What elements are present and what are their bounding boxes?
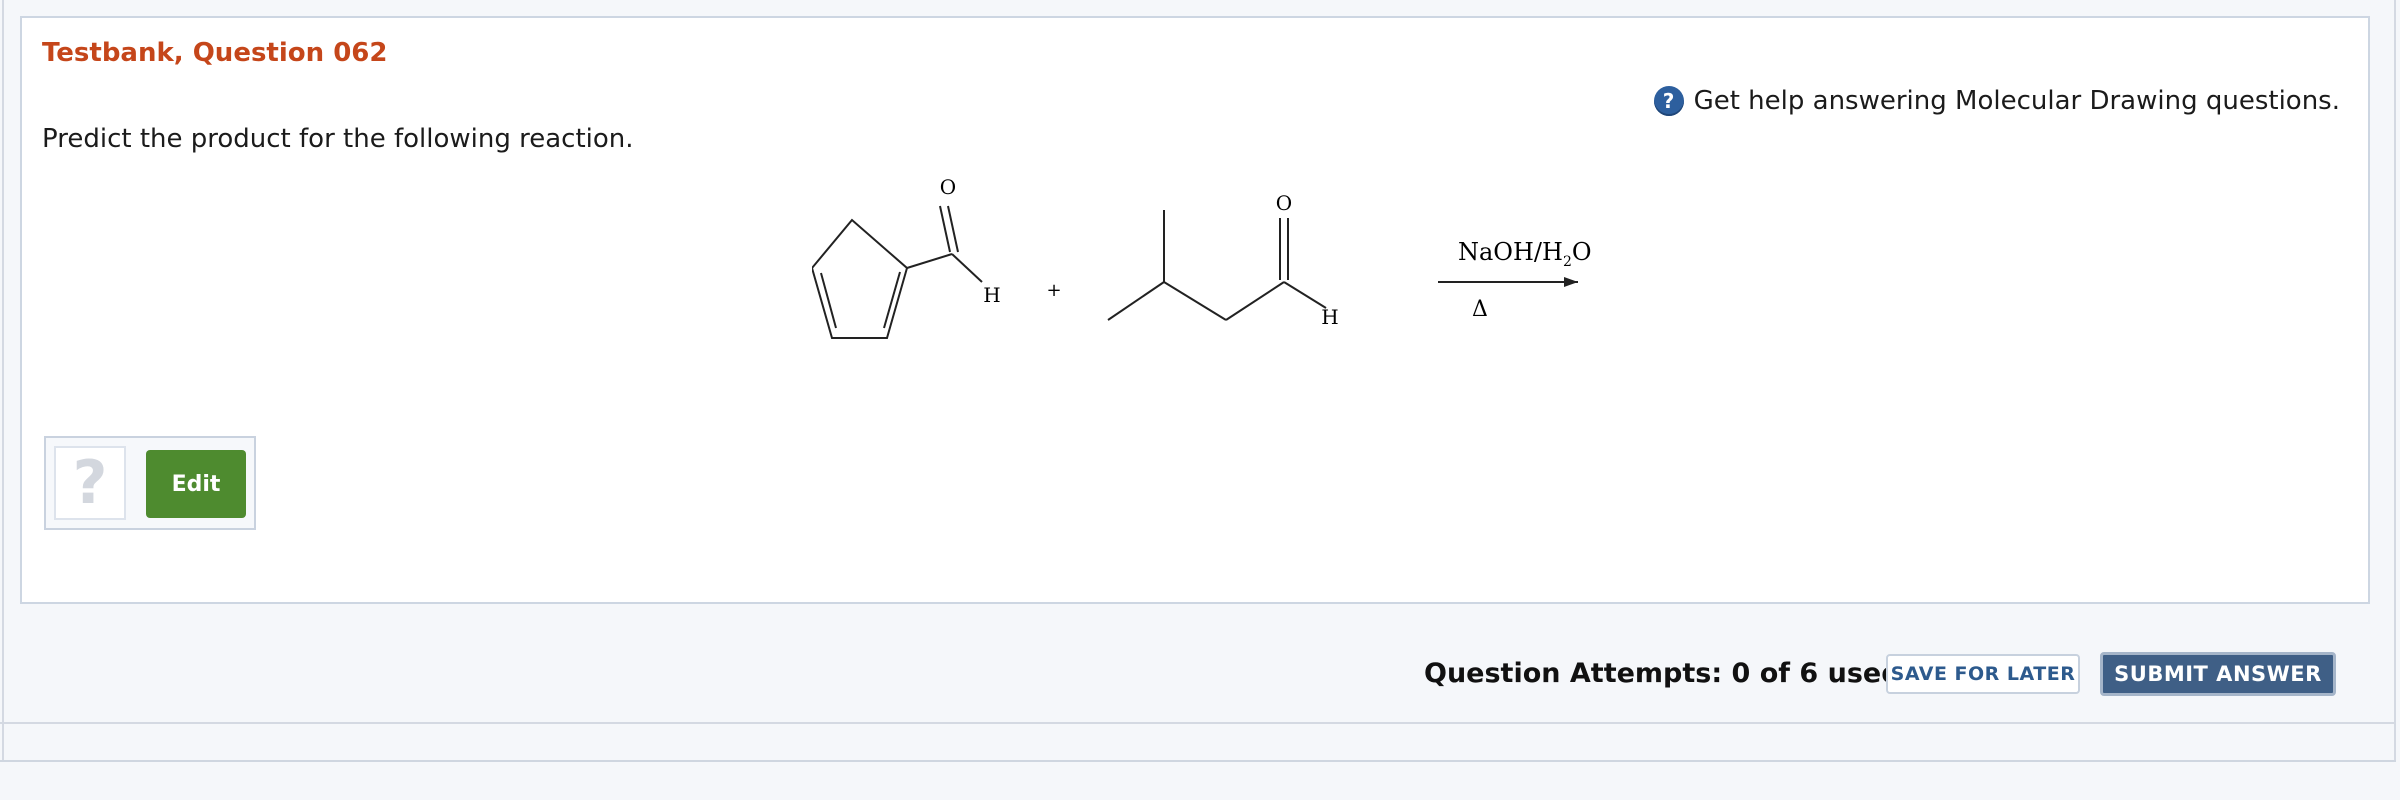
question-attempts: Question Attempts: 0 of 6 used [1424,658,1901,689]
answer-drawing-box: ? Edit [44,436,256,530]
reagent-suffix: O [1572,238,1592,266]
question-panel: Testbank, Question 062 ? Get help answer… [20,16,2370,604]
reagent-label: NaOH/H2O [1458,238,1592,270]
question-footer: Question Attempts: 0 of 6 used SAVE FOR … [0,604,2396,724]
question-title: Testbank, Question 062 [42,38,388,68]
question-circle-icon: ? [1653,86,1684,116]
ketone-oxygen-label: O [1276,191,1292,215]
submit-answer-button[interactable]: SUBMIT ANSWER [2100,652,2336,696]
reaction-arrow [1438,277,1578,287]
reaction-diagram: O H + O H NaOH/H2O Δ [812,175,1592,339]
bottom-strip [0,760,2396,800]
heat-condition-label: Δ [1472,297,1488,322]
help-link[interactable]: ? Get help answering Molecular Drawing q… [1653,86,2340,116]
bottom-divider [0,760,2396,762]
aldehyde-hydrogen-label: H [983,283,1000,307]
save-for-later-button[interactable]: SAVE FOR LATER [1886,654,2080,694]
help-link-label: Get help answering Molecular Drawing que… [1693,86,2340,116]
question-prompt: Predict the product for the following re… [42,124,634,154]
isovaleraldehyde [1107,210,1327,321]
reagent-subscript: 2 [1563,254,1572,270]
edit-button[interactable]: Edit [146,450,246,518]
aldehyde-oxygen-label: O [940,175,956,199]
ketone-hydrogen-label: H [1321,305,1338,329]
answer-placeholder: ? [54,446,126,520]
plus-sign: + [1046,280,1061,301]
reagent-prefix: NaOH/H [1458,238,1563,266]
cyclopentadienyl-aldehyde [812,205,983,339]
